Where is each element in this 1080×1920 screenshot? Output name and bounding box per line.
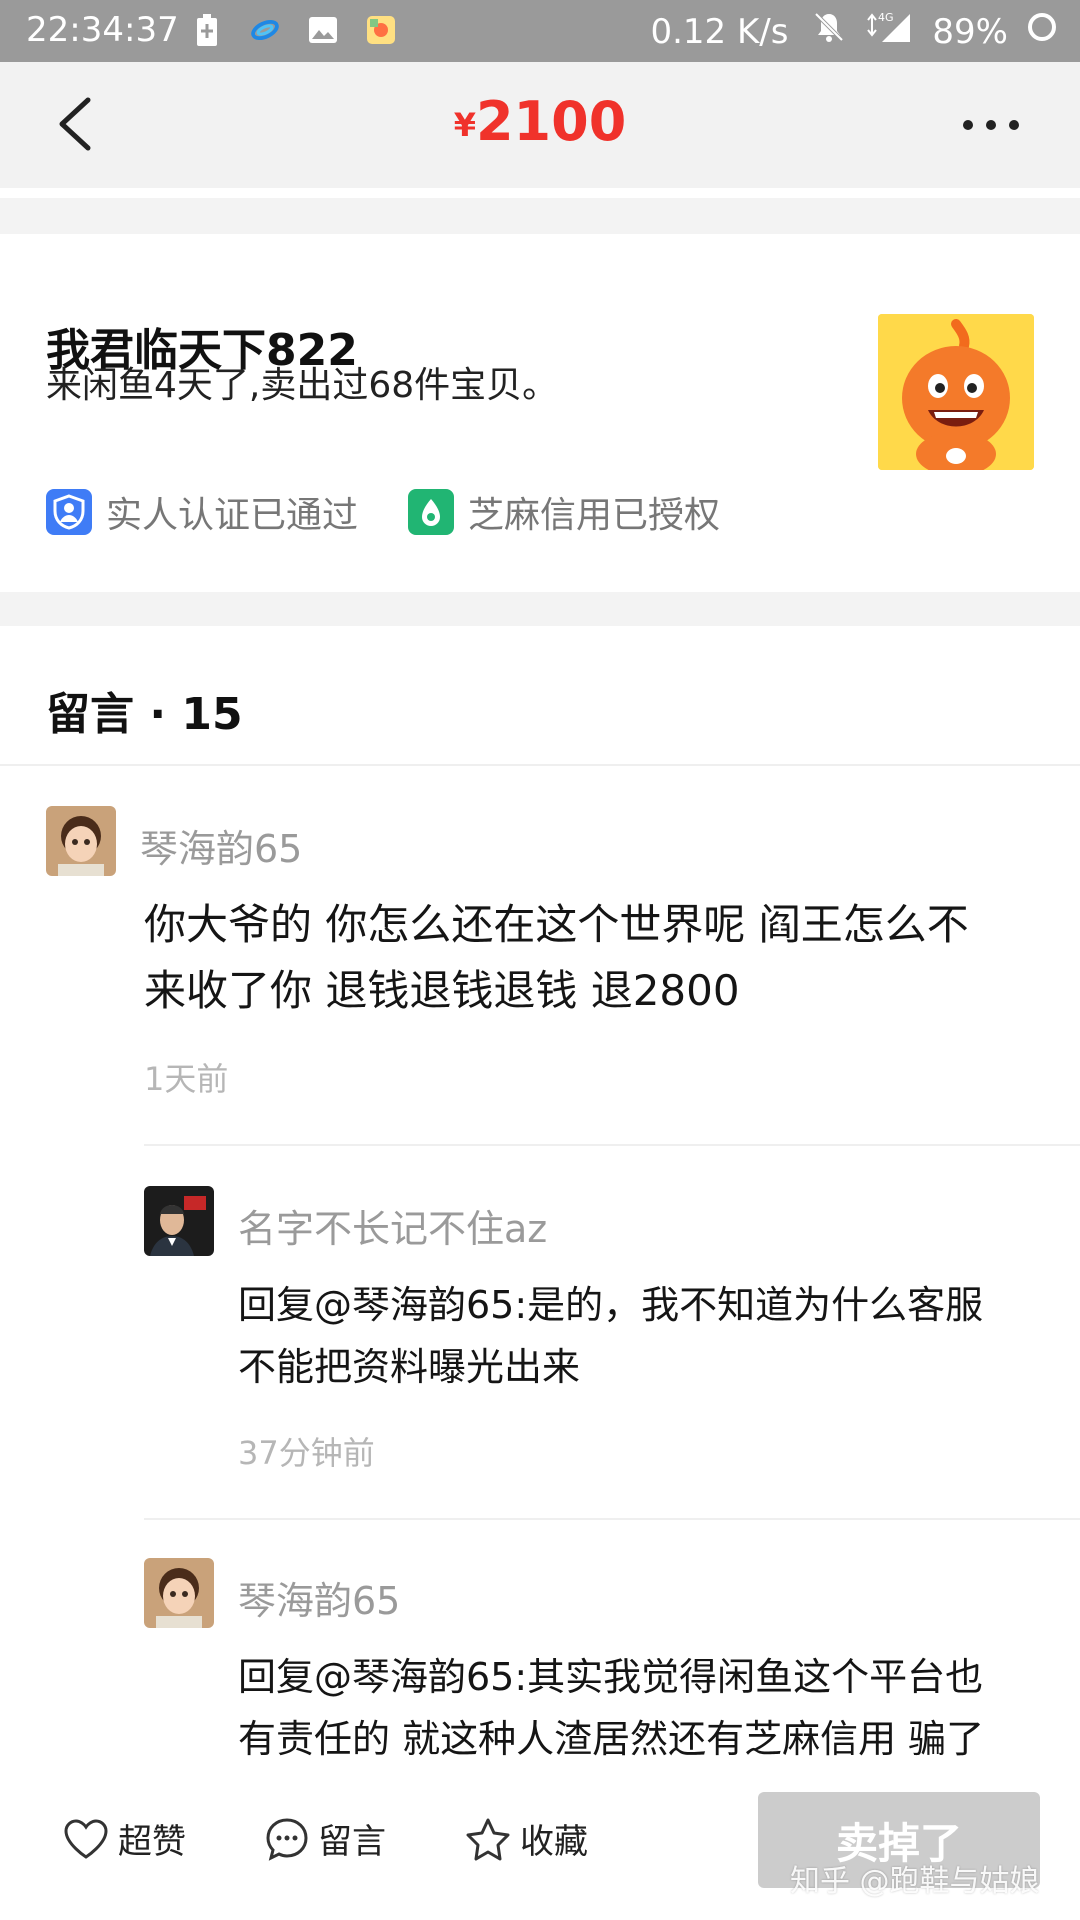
avatar[interactable] [144,1558,214,1628]
favorite-button[interactable]: 收藏 [464,1814,588,1863]
seller-badges: 实人认证已通过 芝麻信用已授权 [46,486,770,538]
comment-text: 回复@琴海韵65:其实我觉得闲鱼这个平台也 有责任的 就这种人渣居然还有芝麻信用… [238,1646,984,1770]
badge-sesame-credit-label: 芝麻信用已授权 [468,495,721,536]
currency-symbol: ¥ [453,106,476,144]
chat-bubble-icon [266,1817,308,1861]
girl-avatar-icon [46,806,116,876]
divider [144,1144,1080,1146]
favorite-label: 收藏 [520,1822,588,1862]
top-nav-bar: ¥2100 [0,62,1080,188]
network-type: 4G [878,11,894,24]
comment-text: 你大爷的 你怎么还在这个世界呢 阎王怎么不 来收了你 退钱退钱退钱 退2800 [144,892,969,1024]
badge-real-person-label: 实人认证已通过 [106,495,359,536]
comment-text-line: 回复@琴海韵65:其实我觉得闲鱼这个平台也 [238,1655,984,1699]
comment-text: 回复@琴海韵65:是的，我不知道为什么客服 不能把资料曝光出来 [238,1274,983,1398]
signal-4g-icon: 4G [864,10,914,53]
comment-button[interactable]: 留言 [264,1814,386,1863]
price-amount: 2100 [475,90,627,153]
comment-time: 1天前 [144,1060,229,1098]
comment-username[interactable]: 名字不长记不住az [238,1198,547,1253]
sesame-credit-icon [408,489,455,535]
battery-ring-icon [1026,11,1058,52]
comment-time: 37分钟前 [238,1434,375,1472]
status-left-icons [192,12,396,48]
comment-text-line: 不能把资料曝光出来 [238,1345,581,1389]
comments-title: 留言 · 15 [46,689,243,740]
battery-level: 89% [932,11,1008,52]
comment-username[interactable]: 琴海韵65 [238,1570,400,1625]
status-time: 22:34:37 [26,10,179,50]
battery-charging-icon [192,12,222,48]
man-avatar-icon [144,1186,214,1256]
net-speed: 0.12 K/s [650,11,789,52]
avatar[interactable] [46,806,116,876]
item-price: ¥2100 [0,90,1080,153]
divider [144,1518,1080,1520]
section-divider [0,592,1080,626]
comment-text-line: 回复@琴海韵65:是的，我不知道为什么客服 [238,1283,984,1327]
comment-text-line: 有责任的 就这种人渣居然还有芝麻信用 骗了 [238,1717,985,1761]
person-verify-icon [46,489,92,535]
badge-sesame-credit[interactable]: 芝麻信用已授权 [408,486,720,538]
watermark: 知乎 @跑鞋与姑娘 [790,1864,1040,1899]
app-icon [366,12,396,48]
comment-text-line: 你大爷的 你怎么还在这个世界呢 阎王怎么不 [144,900,969,949]
seller-card[interactable]: 我君临天下822 来闲鱼4天了,卖出过68件宝贝。 实人认证已通过 芝麻信用已授… [0,234,1080,592]
heart-icon [64,1818,108,1859]
seller-avatar[interactable] [878,314,1034,470]
section-divider [0,198,1080,234]
comment-username[interactable]: 琴海韵65 [140,818,302,873]
comment-label: 留言 [318,1822,386,1862]
gallery-icon [308,12,338,48]
more-dots-icon [963,120,1019,130]
status-right: 0.12 K/s 4G 89% [650,10,1058,53]
more-options-button[interactable] [960,110,1022,140]
comment-text-line: 来收了你 退钱退钱退钱 退2800 [144,966,740,1015]
xianyu-mascot-icon [878,314,1034,470]
girl-avatar-icon [144,1558,214,1628]
mute-icon [812,10,846,53]
like-label: 超赞 [118,1822,186,1862]
star-icon [466,1818,510,1860]
seller-description: 来闲鱼4天了,卖出过68件宝贝。 [46,365,559,406]
china-mobile-icon [250,12,280,48]
status-bar: 22:34:37 0.12 K/s 4G 89% [0,0,1080,62]
avatar[interactable] [144,1186,214,1256]
like-button[interactable]: 超赞 [62,1814,186,1863]
divider [0,764,1080,766]
badge-real-person[interactable]: 实人认证已通过 [46,486,358,538]
